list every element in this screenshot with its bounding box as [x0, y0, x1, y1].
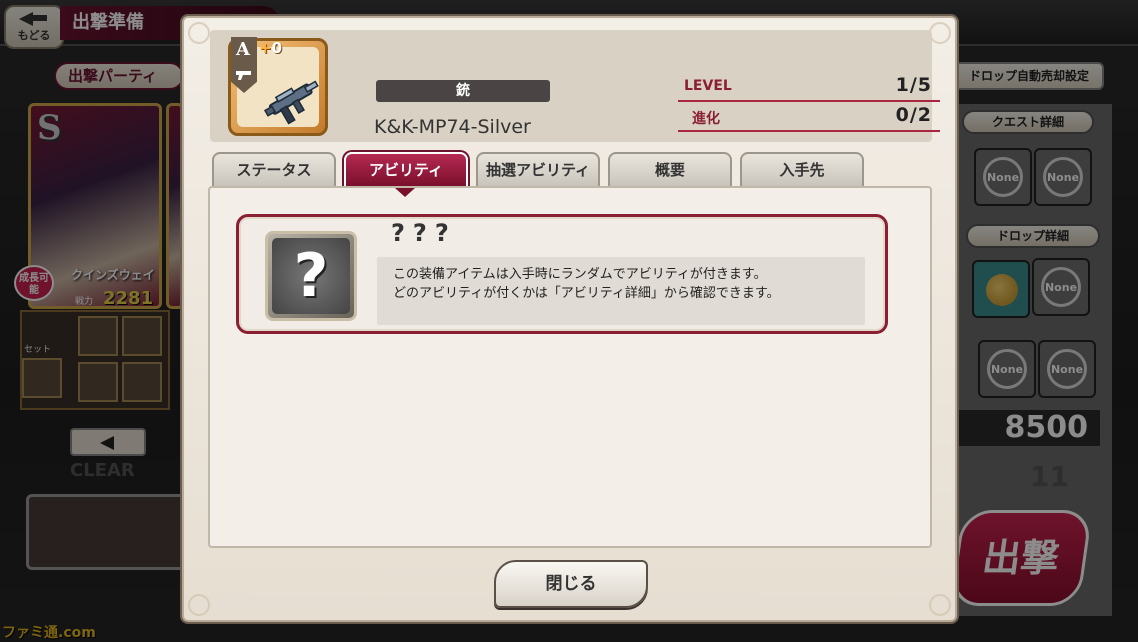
- tab-lottery-ability[interactable]: 抽選アビリティ: [476, 152, 600, 188]
- tab-content-panel: ? ??? この装備アイテムは入手時にランダムでアビリティが付きます。 どのアビ…: [208, 186, 932, 548]
- ability-name: ???: [391, 219, 457, 247]
- pistol-icon: [236, 71, 251, 80]
- evolution-row: 進化 0/2: [678, 104, 940, 132]
- level-label: LEVEL: [684, 78, 732, 94]
- level-value: 1/5: [895, 74, 932, 96]
- item-name: K&K-MP74-Silver: [374, 116, 531, 138]
- ability-description-line: この装備アイテムは入手時にランダムでアビリティが付きます。: [393, 267, 767, 282]
- ability-description-line: どのアビリティが付くかは「アビリティ詳細」から確認できます。: [393, 286, 780, 301]
- tab-overview[interactable]: 概要: [608, 152, 732, 188]
- evolution-value: 0/2: [895, 104, 932, 126]
- tab-status[interactable]: ステータス: [212, 152, 336, 188]
- level-row: LEVEL 1/5: [678, 74, 940, 102]
- category-badge: 銃: [376, 80, 550, 102]
- ability-description: この装備アイテムは入手時にランダムでアビリティが付きます。 どのアビリティが付く…: [377, 257, 865, 325]
- item-detail-modal: 銃 K&K-MP74-Silver LEVEL 1/5 進化 0/2 A +0 …: [182, 16, 957, 622]
- ability-card: ? ??? この装備アイテムは入手時にランダムでアビリティが付きます。 どのアビ…: [236, 214, 888, 334]
- enhance-plus-tag: +0: [259, 39, 283, 57]
- question-mark-icon: ?: [272, 238, 350, 314]
- tab-acquisition[interactable]: 入手先: [740, 152, 864, 188]
- submachine-gun-icon: [263, 80, 319, 125]
- tab-ability[interactable]: アビリティ: [344, 152, 468, 188]
- ornament-icon: [929, 22, 951, 44]
- evolution-label: 進化: [692, 111, 720, 127]
- rarity-tag: A: [231, 37, 257, 93]
- close-button[interactable]: 閉じる: [494, 560, 648, 608]
- enhance-plus-value: 0: [271, 39, 283, 57]
- active-tab-pointer: [395, 188, 415, 197]
- ornament-icon: [188, 22, 210, 44]
- rarity-letter: A: [236, 39, 250, 60]
- ornament-icon: [929, 594, 951, 616]
- ornament-icon: [188, 594, 210, 616]
- item-icon-frame: A +0: [228, 37, 328, 136]
- unknown-ability-icon: ?: [265, 231, 357, 321]
